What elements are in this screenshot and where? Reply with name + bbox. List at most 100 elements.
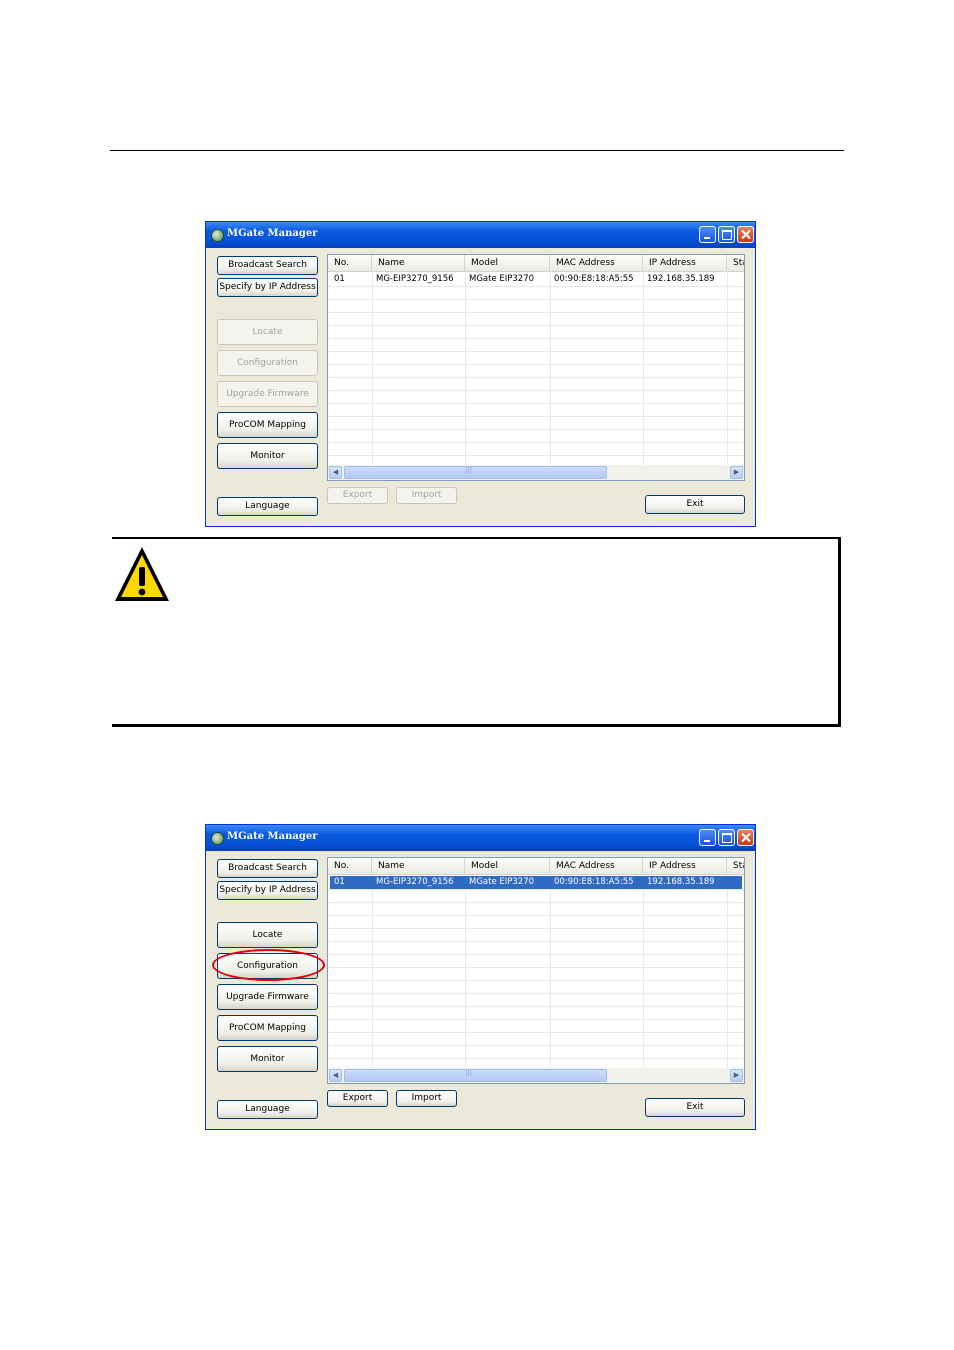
grid-column-line — [550, 874, 551, 1068]
horizontal-scrollbar[interactable]: ◀ ▶ — [328, 465, 744, 480]
title-bar: MGate Manager — [206, 222, 755, 248]
monitor-button[interactable]: Monitor — [217, 443, 318, 469]
column-header-mac[interactable]: MAC Address — [550, 858, 643, 874]
horizontal-scrollbar[interactable]: ◀ ▶ — [328, 1068, 744, 1083]
export-button[interactable]: Export — [327, 487, 388, 504]
monitor-button[interactable]: Monitor — [217, 1046, 318, 1072]
scroll-right-icon[interactable]: ▶ — [730, 1069, 743, 1082]
locate-button[interactable]: Locate — [217, 922, 318, 948]
table-row[interactable]: 01 MG-EIP3270_9156 MGate EIP3270 00:90:E… — [330, 273, 742, 286]
scroll-thumb[interactable] — [344, 466, 607, 479]
language-button[interactable]: Language — [217, 1100, 318, 1119]
table-row-selected[interactable]: 01 MG-EIP3270_9156 MGate EIP3270 00:90:E… — [330, 876, 742, 889]
minimize-icon[interactable] — [699, 226, 716, 243]
column-header-name[interactable]: Name — [372, 858, 465, 874]
grid-row-line — [328, 1006, 744, 1007]
grid-row-line — [328, 429, 744, 430]
grid-column-line — [643, 271, 644, 465]
grid-row-line — [328, 403, 744, 404]
language-button[interactable]: Language — [217, 497, 318, 516]
scroll-left-icon[interactable]: ◀ — [329, 1069, 342, 1082]
mgate-manager-window-after-selection: MGate Manager Broadcast Search Specify b… — [205, 824, 756, 1130]
column-header-ip[interactable]: IP Address — [643, 858, 727, 874]
upgrade-firmware-button[interactable]: Upgrade Firmware — [217, 984, 318, 1010]
column-header-mac[interactable]: MAC Address — [550, 255, 643, 271]
column-header-no[interactable]: No. — [328, 858, 372, 874]
title-bar: MGate Manager — [206, 825, 755, 851]
grid-row-line — [328, 902, 744, 903]
column-header-status[interactable]: Sta — [727, 858, 744, 874]
exit-button[interactable]: Exit — [645, 1098, 745, 1117]
column-header-no[interactable]: No. — [328, 255, 372, 271]
grid-row-line — [328, 941, 744, 942]
device-list[interactable]: No. Name Model MAC Address IP Address St… — [327, 857, 745, 1084]
import-button[interactable]: Import — [396, 487, 457, 504]
grid-column-line — [372, 874, 373, 1068]
warning-triangle-icon — [115, 547, 169, 601]
grid-column-line — [372, 271, 373, 465]
cell-name: MG-EIP3270_9156 — [376, 877, 454, 887]
exit-button[interactable]: Exit — [645, 495, 745, 514]
cell-no: 01 — [334, 274, 345, 284]
grid-row-line — [328, 954, 744, 955]
export-button[interactable]: Export — [327, 1090, 388, 1107]
app-icon — [211, 229, 224, 242]
grid-row-line — [328, 967, 744, 968]
cell-model: MGate EIP3270 — [469, 274, 535, 284]
column-header-name[interactable]: Name — [372, 255, 465, 271]
device-list[interactable]: No. Name Model MAC Address IP Address St… — [327, 254, 745, 481]
attention-box — [112, 537, 841, 727]
grid-row-line — [328, 1045, 744, 1046]
locate-button[interactable]: Locate — [217, 319, 318, 345]
cell-model: MGate EIP3270 — [469, 877, 535, 887]
maximize-icon[interactable] — [718, 829, 735, 846]
column-header-status[interactable]: Sta — [727, 255, 744, 271]
device-list-header: No. Name Model MAC Address IP Address St… — [328, 255, 744, 272]
close-icon[interactable] — [737, 226, 754, 243]
grid-row-line — [328, 889, 744, 890]
grid-row-line — [328, 455, 744, 456]
procom-mapping-button[interactable]: ProCOM Mapping — [217, 412, 318, 438]
column-header-ip[interactable]: IP Address — [643, 255, 727, 271]
grid-row-line — [328, 364, 744, 365]
grid-row-line — [328, 1058, 744, 1059]
grid-row-line — [328, 377, 744, 378]
grid-row-line — [328, 338, 744, 339]
device-list-header: No. Name Model MAC Address IP Address St… — [328, 858, 744, 875]
grid-row-line — [328, 980, 744, 981]
grid-column-line — [550, 271, 551, 465]
app-icon — [211, 832, 224, 845]
minimize-icon[interactable] — [699, 829, 716, 846]
broadcast-search-button[interactable]: Broadcast Search — [217, 859, 318, 878]
grid-column-line — [643, 874, 644, 1068]
broadcast-search-button[interactable]: Broadcast Search — [217, 256, 318, 275]
column-header-model[interactable]: Model — [465, 255, 550, 271]
specify-by-ip-button[interactable]: Specify by IP Address — [217, 881, 318, 900]
maximize-icon[interactable] — [718, 226, 735, 243]
grid-row-line — [328, 993, 744, 994]
scroll-thumb[interactable] — [344, 1069, 607, 1082]
grid-row-line — [328, 928, 744, 929]
configuration-button[interactable]: Configuration — [217, 350, 318, 376]
grid-row-line — [328, 286, 744, 287]
grid-row-line — [328, 351, 744, 352]
cell-mac: 00:90:E8:18:A5:55 — [554, 274, 634, 284]
grid-row-line — [328, 1032, 744, 1033]
procom-mapping-button[interactable]: ProCOM Mapping — [217, 1015, 318, 1041]
grid-row-line — [328, 1019, 744, 1020]
scroll-left-icon[interactable]: ◀ — [329, 466, 342, 479]
cell-ip: 192.168.35.189 — [647, 877, 715, 887]
upgrade-firmware-button[interactable]: Upgrade Firmware — [217, 381, 318, 407]
column-header-model[interactable]: Model — [465, 858, 550, 874]
cell-ip: 192.168.35.189 — [647, 274, 715, 284]
specify-by-ip-button[interactable]: Specify by IP Address — [217, 278, 318, 297]
configuration-highlight-circle — [212, 949, 325, 981]
window-title: MGate Manager — [227, 831, 318, 842]
grid-row-line — [328, 390, 744, 391]
grid-column-line — [727, 874, 728, 1068]
close-icon[interactable] — [737, 829, 754, 846]
import-button[interactable]: Import — [396, 1090, 457, 1107]
grid-column-line — [727, 271, 728, 465]
scroll-right-icon[interactable]: ▶ — [730, 466, 743, 479]
grid-row-line — [328, 915, 744, 916]
